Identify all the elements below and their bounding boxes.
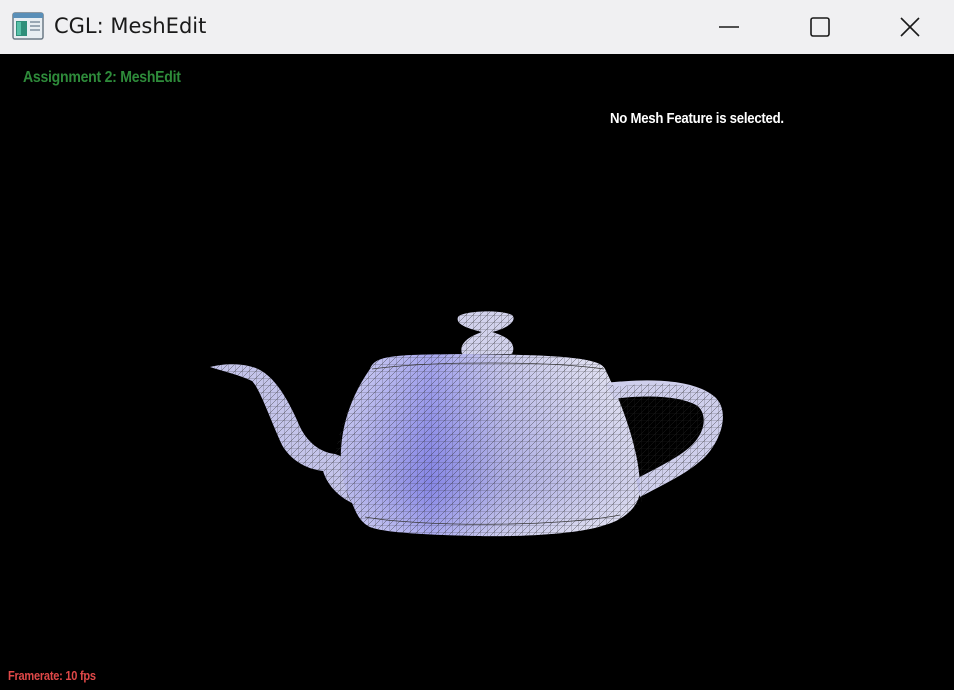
minimize-icon (719, 26, 739, 28)
minimize-button[interactable] (683, 0, 775, 54)
mesh-viewport[interactable]: Assignment 2: MeshEdit No Mesh Feature i… (0, 54, 954, 690)
maximize-icon (810, 17, 830, 37)
assignment-title: Assignment 2: MeshEdit (23, 69, 181, 86)
selection-status: No Mesh Feature is selected. (610, 110, 784, 127)
framerate-label: Framerate: 10 fps (8, 668, 96, 683)
window-titlebar[interactable]: CGL: MeshEdit (0, 0, 954, 54)
window-title: CGL: MeshEdit (54, 14, 207, 38)
app-window-icon (12, 12, 44, 40)
close-icon (900, 17, 920, 37)
maximize-button[interactable] (774, 0, 866, 54)
teapot-mesh[interactable] (200, 259, 740, 539)
close-button[interactable] (866, 0, 954, 54)
